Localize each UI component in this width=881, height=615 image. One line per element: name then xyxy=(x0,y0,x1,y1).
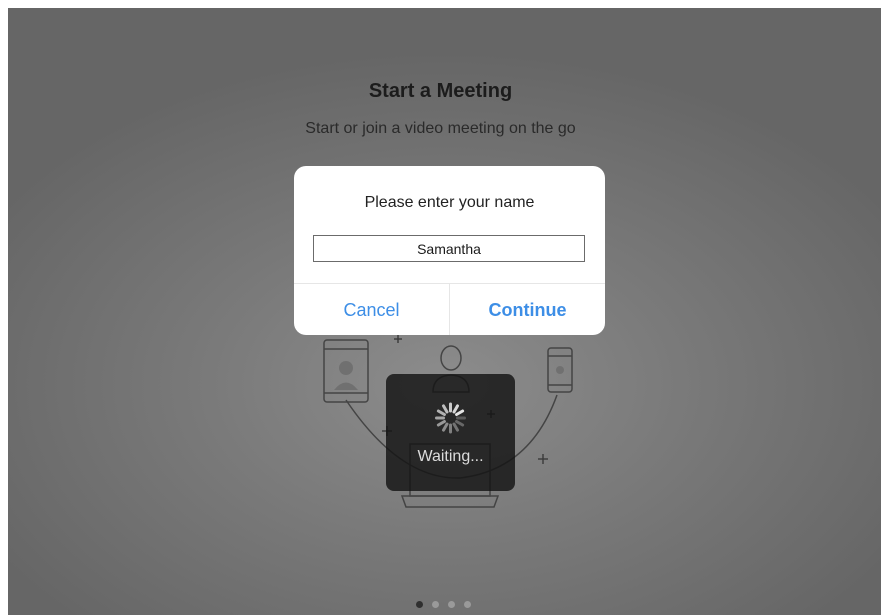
spinner-spoke xyxy=(452,422,459,432)
name-entry-dialog: Please enter your name Cancel Continue xyxy=(294,166,605,335)
page-dot[interactable] xyxy=(448,601,455,608)
spinner-spoke xyxy=(455,409,465,416)
spinner-spoke xyxy=(442,404,449,414)
page-dot[interactable] xyxy=(432,601,439,608)
loading-indicator: Waiting... xyxy=(386,374,515,491)
spinner-spoke xyxy=(436,420,446,427)
tablet-icon xyxy=(323,339,369,403)
page-indicator[interactable] xyxy=(416,601,471,608)
continue-button[interactable]: Continue xyxy=(450,284,605,335)
spinner-spoke xyxy=(442,422,449,432)
spinner-spoke xyxy=(455,420,465,427)
dialog-button-row: Cancel Continue xyxy=(294,283,605,335)
cancel-button[interactable]: Cancel xyxy=(294,284,450,335)
loading-label: Waiting... xyxy=(417,448,484,465)
spinner-icon xyxy=(435,402,466,434)
dialog-message: Please enter your name xyxy=(364,194,535,211)
page-dot[interactable] xyxy=(416,601,423,608)
phone-icon xyxy=(547,347,573,393)
name-input[interactable] xyxy=(313,235,585,262)
spinner-spoke xyxy=(452,404,459,414)
page-dot[interactable] xyxy=(464,601,471,608)
spinner-spoke xyxy=(436,409,446,416)
